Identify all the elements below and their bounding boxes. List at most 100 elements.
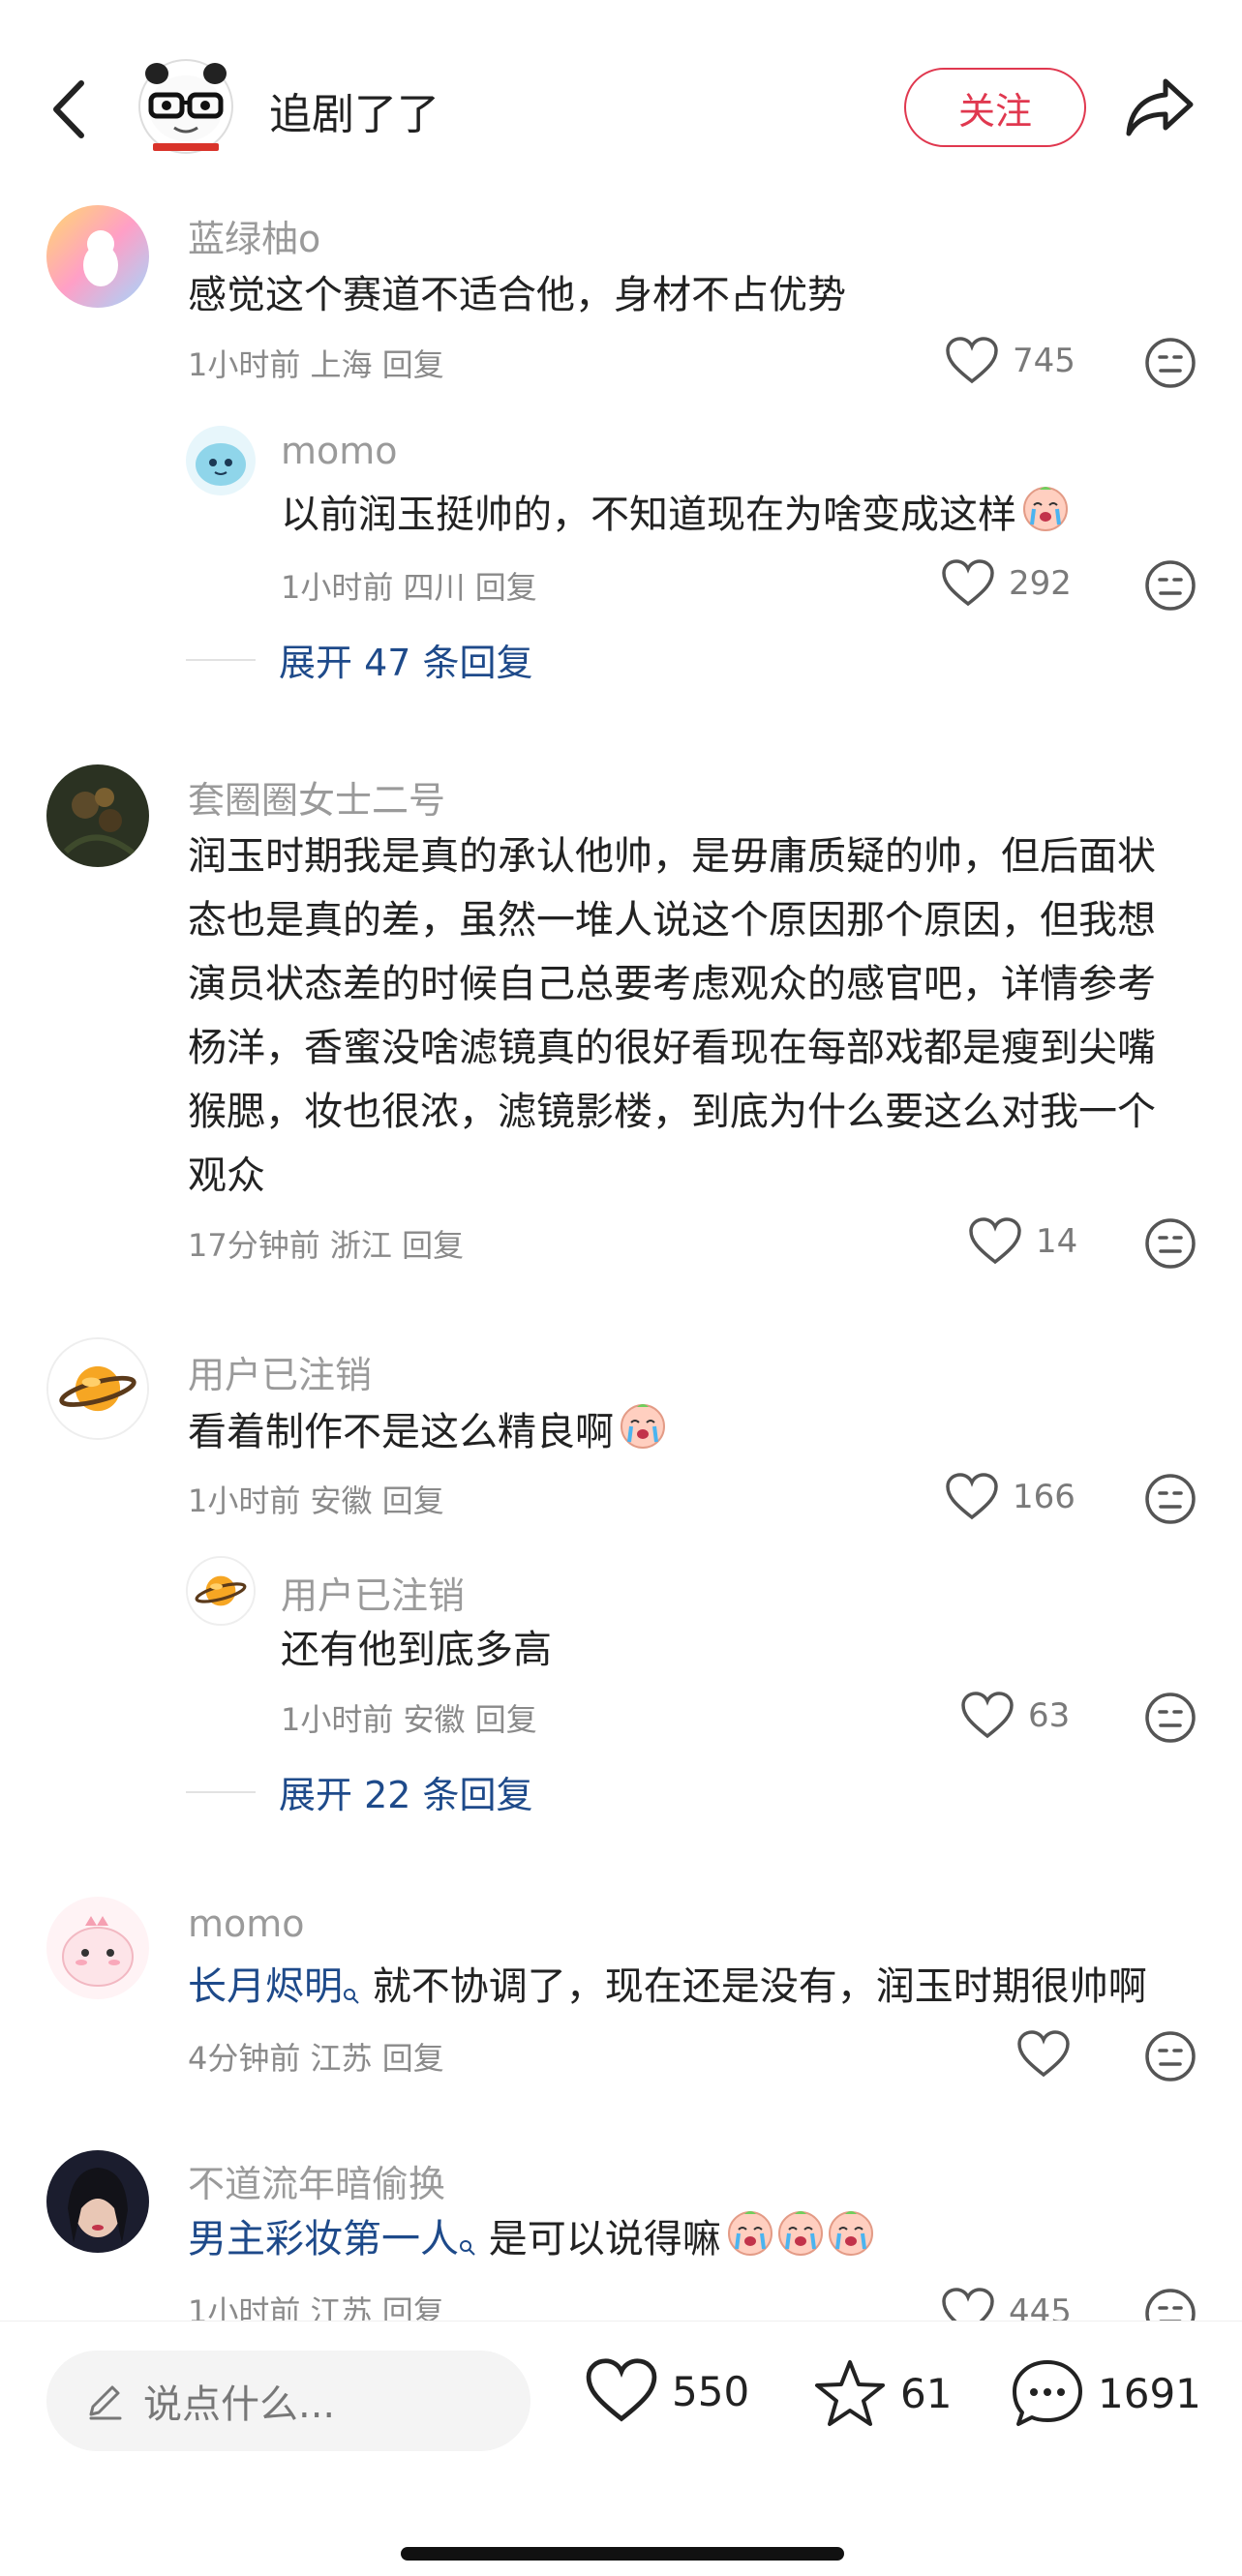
comment-location: 江苏 <box>310 2040 373 2077</box>
search-icon <box>459 2212 476 2276</box>
reply-button[interactable]: 回复 <box>402 1227 464 1264</box>
comment-time: 1小时前 <box>188 346 301 383</box>
panda-avatar-icon <box>138 59 233 154</box>
reply-button[interactable]: 回复 <box>475 569 537 606</box>
comment-location: 上海 <box>310 346 373 383</box>
post-like-button[interactable]: 550 <box>585 2358 749 2424</box>
comment-time: 17分钟前 <box>188 1227 320 1264</box>
comment-bubble-icon <box>1013 2360 1082 2426</box>
planet-avatar-icon <box>48 1339 147 1438</box>
comment-location: 浙江 <box>329 1227 392 1264</box>
bottom-action-bar: 说点什么... 550 61 1691 <box>0 2321 1242 2576</box>
heart-icon <box>961 1692 1014 1739</box>
like-count: 745 <box>1013 342 1075 380</box>
divider <box>186 658 256 661</box>
comment-line: 观众 <box>188 1153 265 1198</box>
dislike-button[interactable] <box>1144 1473 1197 1525</box>
dislike-button[interactable] <box>1144 1692 1197 1744</box>
commenter-name[interactable]: 用户已注销 <box>188 1345 372 1398</box>
commenter-name[interactable]: 蓝绿柚o <box>188 209 320 262</box>
commenter-name[interactable]: 不道流年暗偷换 <box>188 2154 445 2207</box>
reply-button[interactable]: 回复 <box>475 1701 537 1738</box>
reply-button[interactable]: 回复 <box>382 1483 444 1519</box>
crying-emoji-icon <box>725 2206 775 2276</box>
like-count: 166 <box>1013 1478 1075 1516</box>
topic-mention-link[interactable]: 长月烬明 <box>188 1964 343 2009</box>
comment-meta: 1小时前 上海 回复 <box>188 341 444 385</box>
follow-button[interactable]: 关注 <box>904 68 1086 147</box>
comment-text[interactable]: 还有他到底多高 <box>281 1618 552 1682</box>
comment-text[interactable]: 以前润玉挺帅的，不知道现在为啥变成这样 <box>281 482 1071 552</box>
comment-body: 就不协调了，现在还是没有，润玉时期很帅啊 <box>360 1964 1147 2009</box>
author-name[interactable]: 追剧了了 <box>269 79 439 141</box>
comment-body: 看着制作不是这么精良啊 <box>188 1410 614 1454</box>
commenter-name[interactable]: 用户已注销 <box>281 1566 465 1619</box>
like-button[interactable]: 14 <box>968 1217 1077 1266</box>
like-button[interactable]: 292 <box>941 559 1072 608</box>
commenter-avatar[interactable] <box>46 2150 149 2253</box>
heart-icon <box>1017 2030 1070 2078</box>
home-indicator[interactable] <box>401 2547 844 2561</box>
reply-button[interactable]: 回复 <box>382 2040 444 2077</box>
comment-meta: 4分钟前 江苏 回复 <box>188 2034 444 2079</box>
commenter-avatar[interactable] <box>46 764 149 867</box>
dislike-button[interactable] <box>1144 2030 1197 2082</box>
topic-mention-link[interactable]: 男主彩妆第一人 <box>188 2217 459 2261</box>
heart-icon <box>586 2358 657 2422</box>
comment-time: 4分钟前 <box>188 2040 301 2077</box>
comment-time: 1小时前 <box>281 1701 394 1738</box>
comment-meta: 1小时前 安徽 回复 <box>281 1695 537 1740</box>
colorful-cat-avatar-icon <box>46 205 149 308</box>
comment-text[interactable]: 男主彩妆第一人 是可以说得嘛 <box>188 2206 876 2276</box>
crying-emoji-icon <box>826 2206 876 2276</box>
neutral-face-icon <box>1145 1692 1196 1743</box>
expand-replies-button[interactable]: 展开 22 条回复 <box>186 1765 533 1818</box>
portrait-avatar-icon <box>46 2150 149 2253</box>
comment-text[interactable]: 长月烬明 就不协调了，现在还是没有，润玉时期很帅啊 <box>188 1955 1147 2024</box>
comment-input[interactable]: 说点什么... <box>46 2351 530 2451</box>
commenter-avatar[interactable] <box>186 1556 256 1626</box>
comment-location: 安徽 <box>403 1701 466 1738</box>
comment-meta: 17分钟前 浙江 回复 <box>188 1221 464 1266</box>
back-button[interactable] <box>46 75 95 143</box>
comment-text[interactable]: 润玉时期我是真的承认他帅，是毋庸质疑的帅，但后面状 态也是真的差，虽然一堆人说这… <box>188 824 1214 1208</box>
comment-text[interactable]: 感觉这个赛道不适合他，身材不占优势 <box>188 263 846 327</box>
like-count: 63 <box>1028 1696 1071 1735</box>
chevron-left-icon <box>53 80 84 138</box>
comment-text[interactable]: 看着制作不是这么精良啊 <box>188 1399 668 1469</box>
commenter-name[interactable]: 套圈圈女士二号 <box>188 770 445 824</box>
comment-location: 四川 <box>403 569 466 606</box>
neutral-face-icon <box>1145 1218 1196 1269</box>
dislike-button[interactable] <box>1144 1217 1197 1270</box>
like-button[interactable]: 166 <box>945 1473 1075 1521</box>
expand-replies-label: 展开 47 条回复 <box>279 642 533 684</box>
comment-input-placeholder: 说点什么... <box>143 2382 336 2427</box>
heart-icon <box>969 1217 1021 1265</box>
crying-emoji-icon <box>1020 482 1071 552</box>
like-button[interactable] <box>1016 2030 1084 2079</box>
commenter-avatar[interactable] <box>46 205 149 308</box>
post-favorite-count: 61 <box>900 2369 953 2417</box>
heart-icon <box>942 559 994 607</box>
post-favorite-button[interactable]: 61 <box>813 2358 952 2428</box>
like-button[interactable]: 63 <box>960 1692 1070 1740</box>
dislike-button[interactable] <box>1144 337 1197 389</box>
post-comment-button[interactable]: 1691 <box>1011 2358 1201 2428</box>
dislike-button[interactable] <box>1144 559 1197 612</box>
commenter-avatar[interactable] <box>46 1897 149 1999</box>
neutral-face-icon <box>1145 560 1196 611</box>
pink-dino-avatar-icon <box>46 1897 149 1999</box>
like-count: 292 <box>1009 564 1072 603</box>
author-avatar[interactable] <box>137 56 234 163</box>
like-button[interactable]: 745 <box>945 337 1075 385</box>
reply-button[interactable]: 回复 <box>382 346 444 383</box>
commenter-name[interactable]: momo <box>281 430 398 472</box>
commenter-avatar[interactable] <box>186 426 256 495</box>
pencil-icon <box>89 2385 122 2420</box>
share-button[interactable] <box>1123 74 1197 141</box>
commenter-name[interactable]: momo <box>188 1902 305 1945</box>
comment-time: 1小时前 <box>188 1483 301 1519</box>
commenter-avatar[interactable] <box>46 1337 149 1440</box>
comment-line: 演员状态差的时候自己总要考虑观众的感官吧，详情参考 <box>188 962 1156 1006</box>
expand-replies-button[interactable]: 展开 47 条回复 <box>186 633 533 686</box>
